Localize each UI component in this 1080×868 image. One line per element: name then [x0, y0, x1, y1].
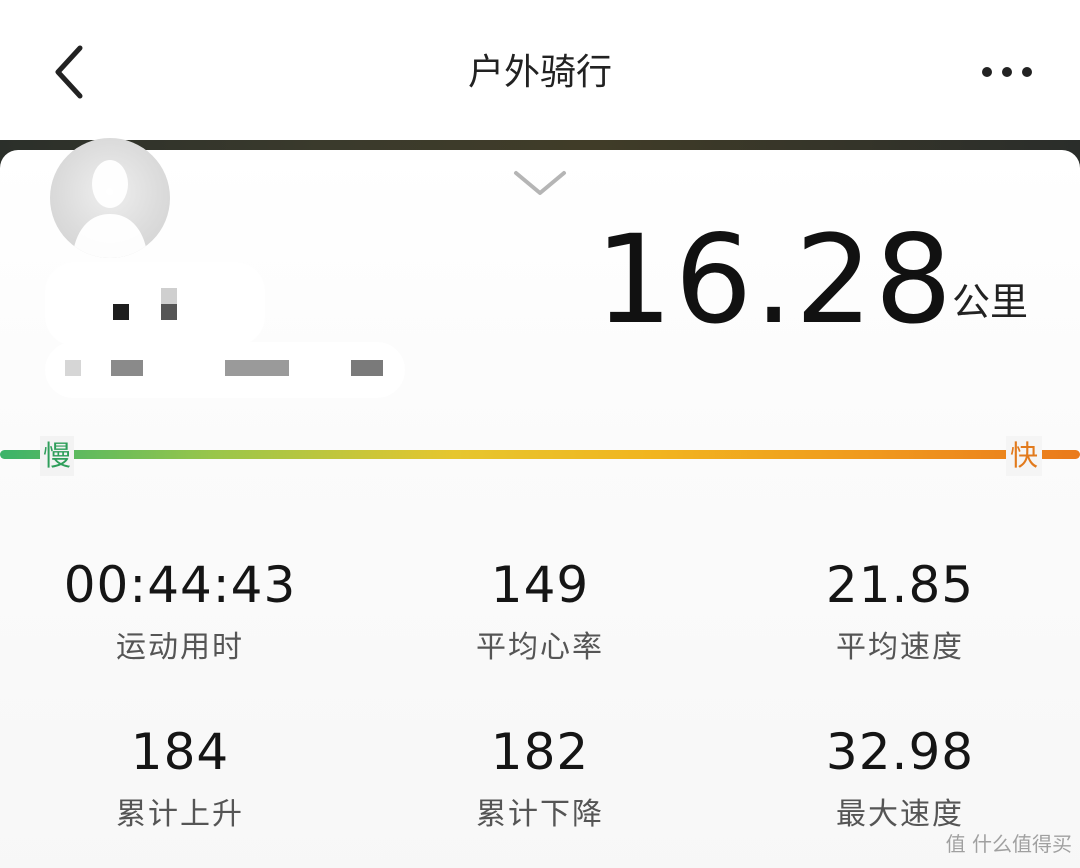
more-horizontal-icon: [982, 67, 1032, 77]
stat-label: 累计下降: [476, 797, 604, 832]
user-name-redacted: [45, 262, 265, 346]
stat-elevation-gain: 184 累计上升: [30, 722, 330, 834]
chevron-down-icon: [514, 171, 566, 195]
stat-max-speed: 32.98 最大速度: [750, 722, 1050, 834]
user-meta-redacted: [45, 342, 405, 398]
stat-value: 21.85: [825, 556, 975, 614]
speed-gradient-bar: [0, 450, 1080, 459]
stat-value: 184: [130, 723, 230, 781]
stat-avg-heart-rate: 149 平均心率: [390, 555, 690, 667]
more-button[interactable]: [972, 50, 1042, 94]
navbar: 户外骑行: [0, 0, 1080, 145]
fast-label: 快: [1006, 436, 1042, 476]
summary-sheet: 16.28 公里 慢 快 00:44:43 运动用时 149 平均心率 21.8…: [0, 138, 1080, 868]
collapse-sheet-button[interactable]: [510, 164, 570, 200]
stat-label: 平均心率: [476, 630, 604, 665]
stat-value: 149: [490, 556, 590, 614]
stat-elevation-loss: 182 累计下降: [390, 722, 690, 834]
distance-value: 16.28: [595, 209, 955, 351]
stat-value: 00:44:43: [63, 556, 297, 614]
avatar[interactable]: [50, 138, 170, 258]
chevron-left-icon: [55, 45, 83, 99]
stat-avg-speed: 21.85 平均速度: [750, 555, 1050, 667]
stat-value: 182: [490, 723, 590, 781]
activity-detail-screen: 户外骑行 16.28 公里 慢 快 00:44:43 运动用时 149 平均心率…: [0, 0, 1080, 868]
stat-label: 平均速度: [836, 630, 964, 665]
watermark: 值 什么值得买 SMYZ.NET: [945, 832, 1072, 856]
slow-label: 慢: [40, 436, 74, 476]
stat-value: 32.98: [825, 723, 975, 781]
back-button[interactable]: [40, 40, 100, 104]
stat-label: 累计上升: [116, 797, 244, 832]
stat-label: 运动用时: [116, 630, 244, 665]
page-title: 户外骑行: [467, 52, 612, 93]
stat-duration: 00:44:43 运动用时: [30, 555, 330, 667]
distance-unit: 公里: [952, 280, 1029, 324]
user-silhouette-icon: [72, 160, 148, 258]
